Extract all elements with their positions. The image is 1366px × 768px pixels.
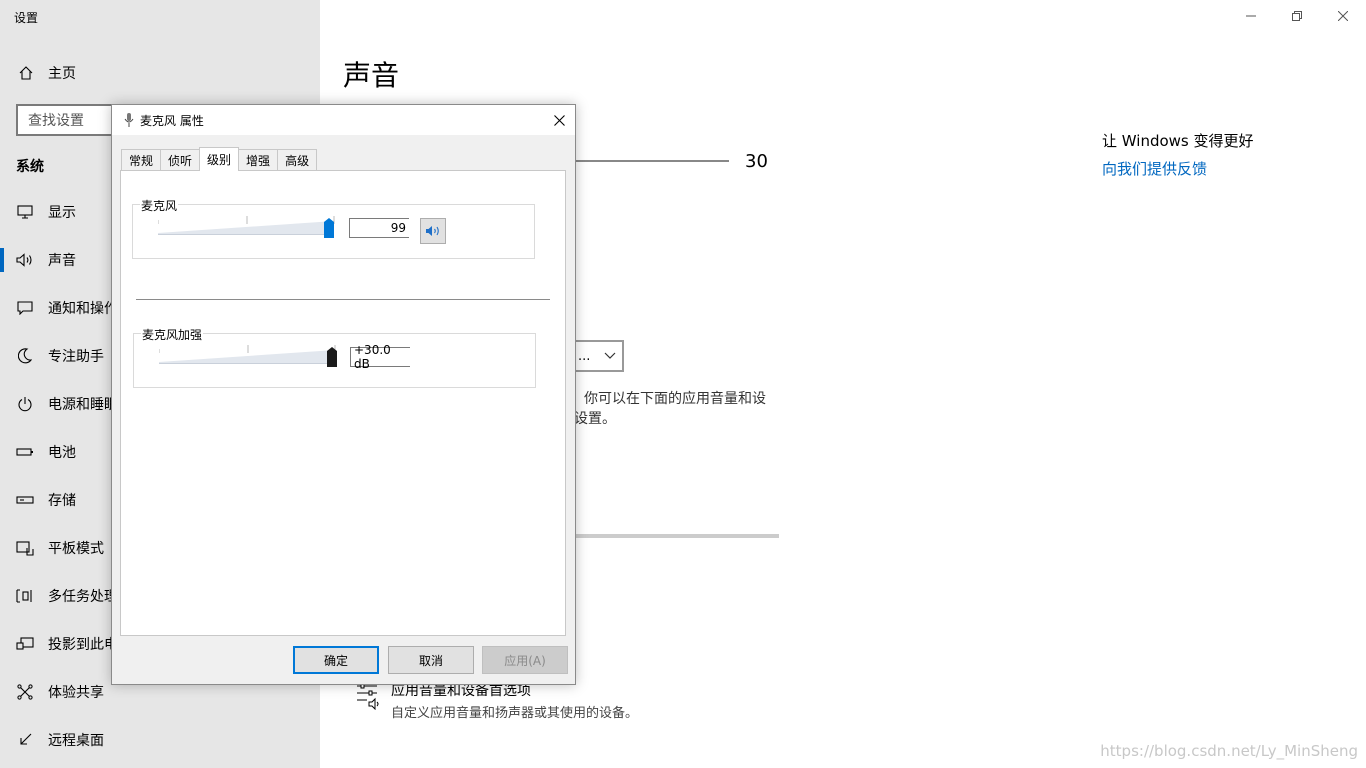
- microphone-level-slider[interactable]: [158, 216, 336, 238]
- sidebar-item-label: 显示: [48, 205, 76, 221]
- close-icon: [1338, 11, 1348, 21]
- tab-enhancements[interactable]: 增强: [238, 149, 279, 171]
- power-icon: [16, 396, 34, 412]
- volume-slider-track[interactable]: [576, 160, 729, 162]
- home-label: 主页: [48, 66, 76, 82]
- home-nav-item[interactable]: 主页: [16, 62, 76, 84]
- speaker-icon: [16, 253, 34, 267]
- volume-value: 30: [745, 151, 768, 172]
- app-volume-device-preferences[interactable]: 应用音量和设备首选项 自定义应用音量和扬声器或其使用的设备。: [355, 680, 638, 721]
- sidebar-item-label: 通知和操作: [48, 301, 118, 317]
- microphone-properties-dialog: 麦克风 属性 常规 侦听 级别 增强 高级 麦克风 99 麦克风加强 +30.0…: [111, 104, 576, 685]
- dialog-close-button[interactable]: [543, 105, 575, 135]
- close-window-button[interactable]: [1320, 0, 1366, 32]
- microphone-boost-group: 麦克风加强 +30.0 dB: [133, 326, 536, 388]
- microphone-level-group: 麦克风 99: [132, 197, 535, 259]
- sidebar-item-label: 存储: [48, 493, 76, 509]
- sidebar-item-label: 专注助手: [48, 349, 104, 365]
- remote-icon: [16, 732, 34, 748]
- sidebar-item-label: 体验共享: [48, 685, 104, 701]
- dialog-titlebar[interactable]: 麦克风 属性: [112, 105, 575, 135]
- dialog-title: 麦克风 属性: [140, 113, 204, 128]
- description-line-2: 设置。: [574, 411, 616, 427]
- moon-icon: [16, 348, 34, 364]
- tab-general[interactable]: 常规: [121, 149, 162, 171]
- home-icon: [16, 65, 36, 81]
- microphone-group-label: 麦克风: [140, 197, 179, 214]
- levels-tab-panel: 麦克风 99 麦克风加强 +30.0 dB: [120, 170, 566, 636]
- tab-listen[interactable]: 侦听: [160, 149, 201, 171]
- dropdown-text: ...: [578, 348, 591, 364]
- dialog-tabs: 常规 侦听 级别 增强 高级: [121, 147, 318, 171]
- microphone-icon: [124, 113, 134, 127]
- share-icon: [16, 684, 34, 700]
- sidebar-item-label: 远程桌面: [48, 733, 104, 749]
- page-title: 声音: [343, 59, 400, 92]
- multitask-icon: [16, 588, 34, 604]
- apply-button[interactable]: 应用(A): [482, 646, 568, 674]
- description-line-1: 你可以在下面的应用音量和设: [584, 391, 766, 407]
- watermark: https://blog.csdn.net/Ly_MinSheng: [1100, 742, 1358, 760]
- monitor-icon: [16, 205, 34, 219]
- notification-icon: [16, 301, 34, 315]
- minimize-button[interactable]: [1228, 0, 1274, 32]
- minimize-icon: [1246, 15, 1256, 17]
- search-placeholder: 查找设置: [28, 113, 84, 129]
- tab-advanced[interactable]: 高级: [277, 149, 318, 171]
- sidebar-item-label: 电池: [48, 445, 76, 461]
- feedback-link[interactable]: 向我们提供反馈: [1102, 158, 1207, 179]
- restore-icon: [1292, 11, 1302, 21]
- chevron-down-icon: [604, 352, 616, 359]
- related-title: 让 Windows 变得更好: [1102, 132, 1254, 150]
- sidebar-item-label: 声音: [48, 253, 76, 269]
- mixer-description: 自定义应用音量和扬声器或其使用的设备。: [391, 706, 639, 721]
- mute-toggle-button[interactable]: [420, 218, 446, 244]
- microphone-boost-input[interactable]: +30.0 dB: [350, 343, 410, 371]
- slider-ramp: [159, 345, 337, 367]
- cancel-button[interactable]: 取消: [388, 646, 474, 674]
- storage-icon: [16, 495, 34, 505]
- sidebar-item-label: 多任务处理: [48, 589, 118, 605]
- level-meter-bar: [576, 534, 779, 538]
- speaker-icon: [426, 226, 439, 236]
- slider-ramp: [158, 216, 335, 238]
- app-title: 设置: [14, 11, 39, 25]
- boost-group-label: 麦克风加强: [141, 326, 204, 343]
- close-icon: [553, 114, 565, 126]
- microphone-boost-slider[interactable]: [159, 345, 337, 367]
- mixer-icon: [355, 682, 383, 721]
- section-title: 系统: [16, 159, 44, 175]
- window-controls: [1228, 0, 1366, 32]
- tab-levels[interactable]: 级别: [199, 147, 240, 171]
- restore-button[interactable]: [1274, 0, 1320, 32]
- group-divider: [136, 299, 550, 300]
- ok-button[interactable]: 确定: [293, 646, 379, 674]
- tablet-icon: [16, 540, 34, 556]
- microphone-level-input[interactable]: 99: [349, 218, 409, 238]
- sidebar-item-remote-desktop[interactable]: 远程桌面: [0, 716, 320, 764]
- battery-icon: [16, 447, 34, 457]
- sidebar-item-label: 电源和睡眠: [48, 397, 118, 413]
- sidebar-item-label: 平板模式: [48, 541, 104, 557]
- project-icon: [16, 637, 34, 651]
